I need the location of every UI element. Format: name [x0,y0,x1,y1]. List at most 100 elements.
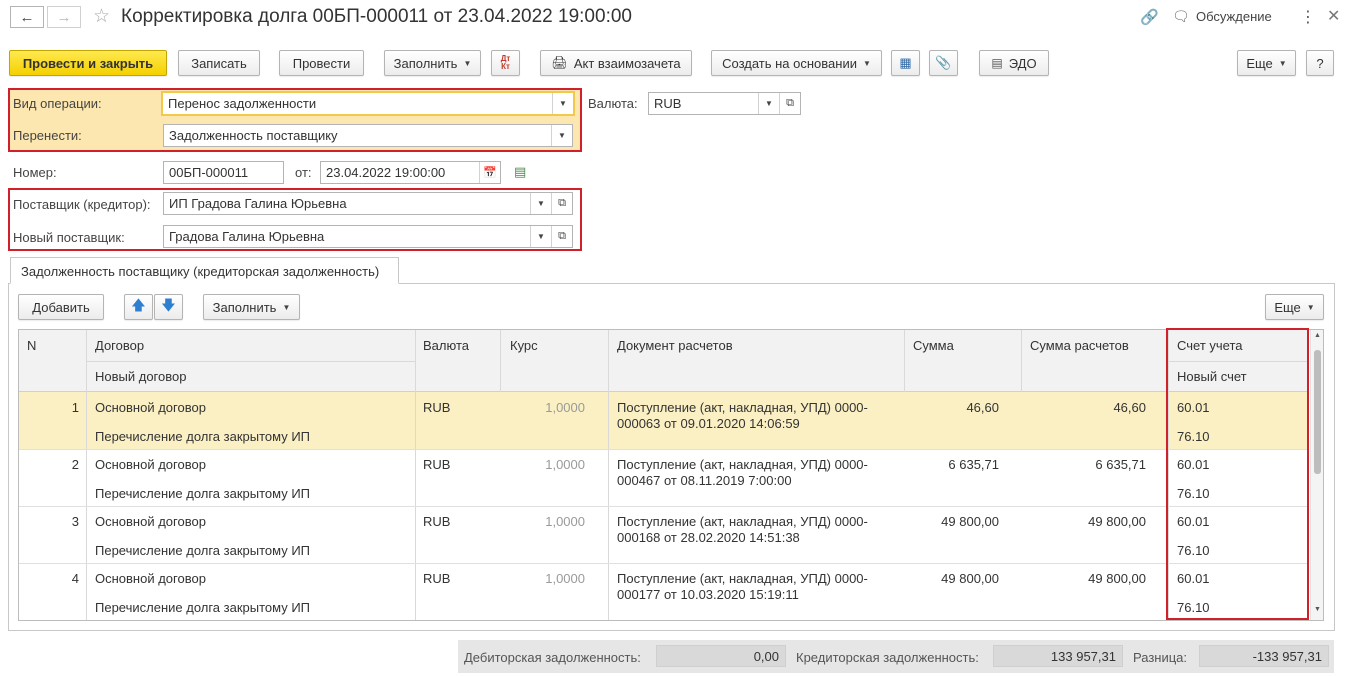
netting-act-button[interactable]: 🖨 Акт взаимозачета [540,50,692,76]
scroll-down-icon[interactable]: ▼ [1314,606,1321,613]
page-title: Корректировка долга 00БП-000011 от 23.04… [121,6,632,27]
open-icon[interactable]: ⧉ [779,93,800,114]
attach-button[interactable]: 📎 [929,50,958,76]
chevron-down-icon[interactable]: ▼ [552,93,573,114]
operation-label: Вид операции: [13,96,102,111]
sum-cell[interactable]: 49 800,00 [941,514,999,529]
currency-cell[interactable]: RUB [423,571,450,586]
column-header-n[interactable]: N [27,338,36,353]
table-fill-button[interactable]: Заполнить ▼ [203,294,300,320]
column-header-settlement-doc[interactable]: Документ расчетов [617,338,733,353]
settlement-doc-cell[interactable]: Поступление (акт, накладная, УПД) 0000- [617,400,868,415]
rate-cell[interactable]: 1,0000 [545,571,585,586]
chevron-down-icon: ▼ [862,58,871,68]
edo-button[interactable]: ▤ ЭДО [979,50,1049,76]
rate-cell[interactable]: 1,0000 [545,400,585,415]
move-up-button[interactable]: 🡅 [124,294,153,320]
debit-total: 0,00 [656,645,786,667]
star-icon[interactable]: ☆ [93,5,110,28]
save-button[interactable]: Записать [178,50,260,76]
new-contract-cell[interactable]: Перечисление долга закрытому ИП [95,600,310,615]
sum-calc-cell[interactable]: 46,60 [1113,400,1146,415]
link-icon[interactable]: 🔗 [1140,8,1159,26]
back-button[interactable]: ← [10,6,44,28]
more-button[interactable]: Еще ▼ [1237,50,1296,76]
chevron-down-icon[interactable]: ▼ [530,193,551,214]
discussion-icon[interactable]: 🗨 [1172,8,1190,25]
table-scrollbar[interactable]: ▲ ▼ [1310,330,1323,620]
number-field[interactable]: 00БП-000011 [163,161,284,184]
date-field[interactable]: 23.04.2022 19:00:00 📅 [320,161,501,184]
table-row[interactable]: 3 Основной договор Перечисление долга за… [19,506,1309,563]
add-row-button[interactable]: Добавить [18,294,104,320]
structure-button[interactable]: ▦ [891,50,920,76]
tab-label: Задолженность поставщику (кредиторская з… [21,264,380,279]
open-icon[interactable]: ⧉ [551,193,572,214]
row-number: 3 [71,514,79,529]
column-header-sum-calc[interactable]: Сумма расчетов [1030,338,1129,353]
settlement-doc-cell[interactable]: Поступление (акт, накладная, УПД) 0000- [617,457,868,472]
new-contract-cell[interactable]: Перечисление долга закрытому ИП [95,543,310,558]
chevron-down-icon[interactable]: ▼ [551,125,572,146]
new-supplier-label: Новый поставщик: [13,230,125,245]
sum-calc-cell[interactable]: 49 800,00 [1088,514,1146,529]
chevron-down-icon[interactable]: ▼ [758,93,779,114]
table-more-label: Еще [1274,299,1301,315]
chevron-down-icon[interactable]: ▼ [530,226,551,247]
column-header-sum[interactable]: Сумма [913,338,954,353]
more-vertical-icon[interactable]: ⋮ [1300,7,1316,27]
table-row[interactable]: 1 Основной договор Перечисление долга за… [19,392,1309,449]
sum-calc-cell[interactable]: 49 800,00 [1088,571,1146,586]
column-header-contract[interactable]: Договор [95,338,144,353]
rate-cell[interactable]: 1,0000 [545,514,585,529]
sum-calc-cell[interactable]: 6 635,71 [1095,457,1146,472]
create-based-on-button[interactable]: Создать на основании ▼ [711,50,882,76]
more-label: Еще [1246,55,1273,71]
currency-cell[interactable]: RUB [423,457,450,472]
column-header-currency[interactable]: Валюта [423,338,469,353]
open-icon[interactable]: ⧉ [551,226,572,247]
sum-cell[interactable]: 46,60 [966,400,999,415]
table-row[interactable]: 4 Основной договор Перечисление долга за… [19,563,1309,620]
scrollbar-thumb[interactable] [1314,350,1321,474]
comment-icon[interactable]: ▤ [514,164,526,180]
table-row[interactable]: 2 Основной договор Перечисление долга за… [19,449,1309,506]
new-contract-cell[interactable]: Перечисление долга закрытому ИП [95,486,310,501]
scroll-up-icon[interactable]: ▲ [1314,332,1321,339]
move-down-button[interactable]: 🡇 [154,294,183,320]
contract-cell[interactable]: Основной договор [95,571,206,586]
post-and-close-button[interactable]: Провести и закрыть [9,50,167,76]
contract-cell[interactable]: Основной договор [95,514,206,529]
row-number: 2 [71,457,79,472]
calendar-icon[interactable]: 📅 [479,162,500,183]
contract-cell[interactable]: Основной договор [95,400,206,415]
transfer-field[interactable]: Задолженность поставщику ▼ [163,124,573,147]
operation-type-field[interactable]: Перенос задолженности ▼ [161,91,575,116]
sum-cell[interactable]: 6 635,71 [948,457,999,472]
currency-field[interactable]: RUB ▼ ⧉ [648,92,801,115]
column-header-rate[interactable]: Курс [510,338,538,353]
discussion-link[interactable]: Обсуждение [1196,9,1272,24]
rate-cell[interactable]: 1,0000 [545,457,585,472]
help-button[interactable]: ? [1306,50,1334,76]
column-header-new-contract[interactable]: Новый договор [95,369,186,384]
forward-button[interactable]: → [47,6,81,28]
sum-cell[interactable]: 49 800,00 [941,571,999,586]
currency-cell[interactable]: RUB [423,514,450,529]
table-more-button[interactable]: Еще ▼ [1265,294,1324,320]
settlement-doc-cell[interactable]: Поступление (акт, накладная, УПД) 0000- [617,571,868,586]
settlement-doc-cell[interactable]: Поступление (акт, накладная, УПД) 0000- [617,514,868,529]
currency-cell[interactable]: RUB [423,400,450,415]
dt-kt-button[interactable]: Дт Кт [491,50,520,76]
supplier-field[interactable]: ИП Градова Галина Юрьевна ▼ ⧉ [163,192,573,215]
tab-payable-debt[interactable]: Задолженность поставщику (кредиторская з… [10,257,399,284]
contract-cell[interactable]: Основной договор [95,457,206,472]
fill-button[interactable]: Заполнить ▼ [384,50,481,76]
difference-total: -133 957,31 [1199,645,1329,667]
close-icon[interactable]: ✕ [1327,6,1340,26]
new-supplier-field[interactable]: Градова Галина Юрьевна ▼ ⧉ [163,225,573,248]
difference-label: Разница: [1133,650,1188,665]
row-number: 4 [71,571,79,586]
new-contract-cell[interactable]: Перечисление долга закрытому ИП [95,429,310,444]
post-button[interactable]: Провести [279,50,364,76]
